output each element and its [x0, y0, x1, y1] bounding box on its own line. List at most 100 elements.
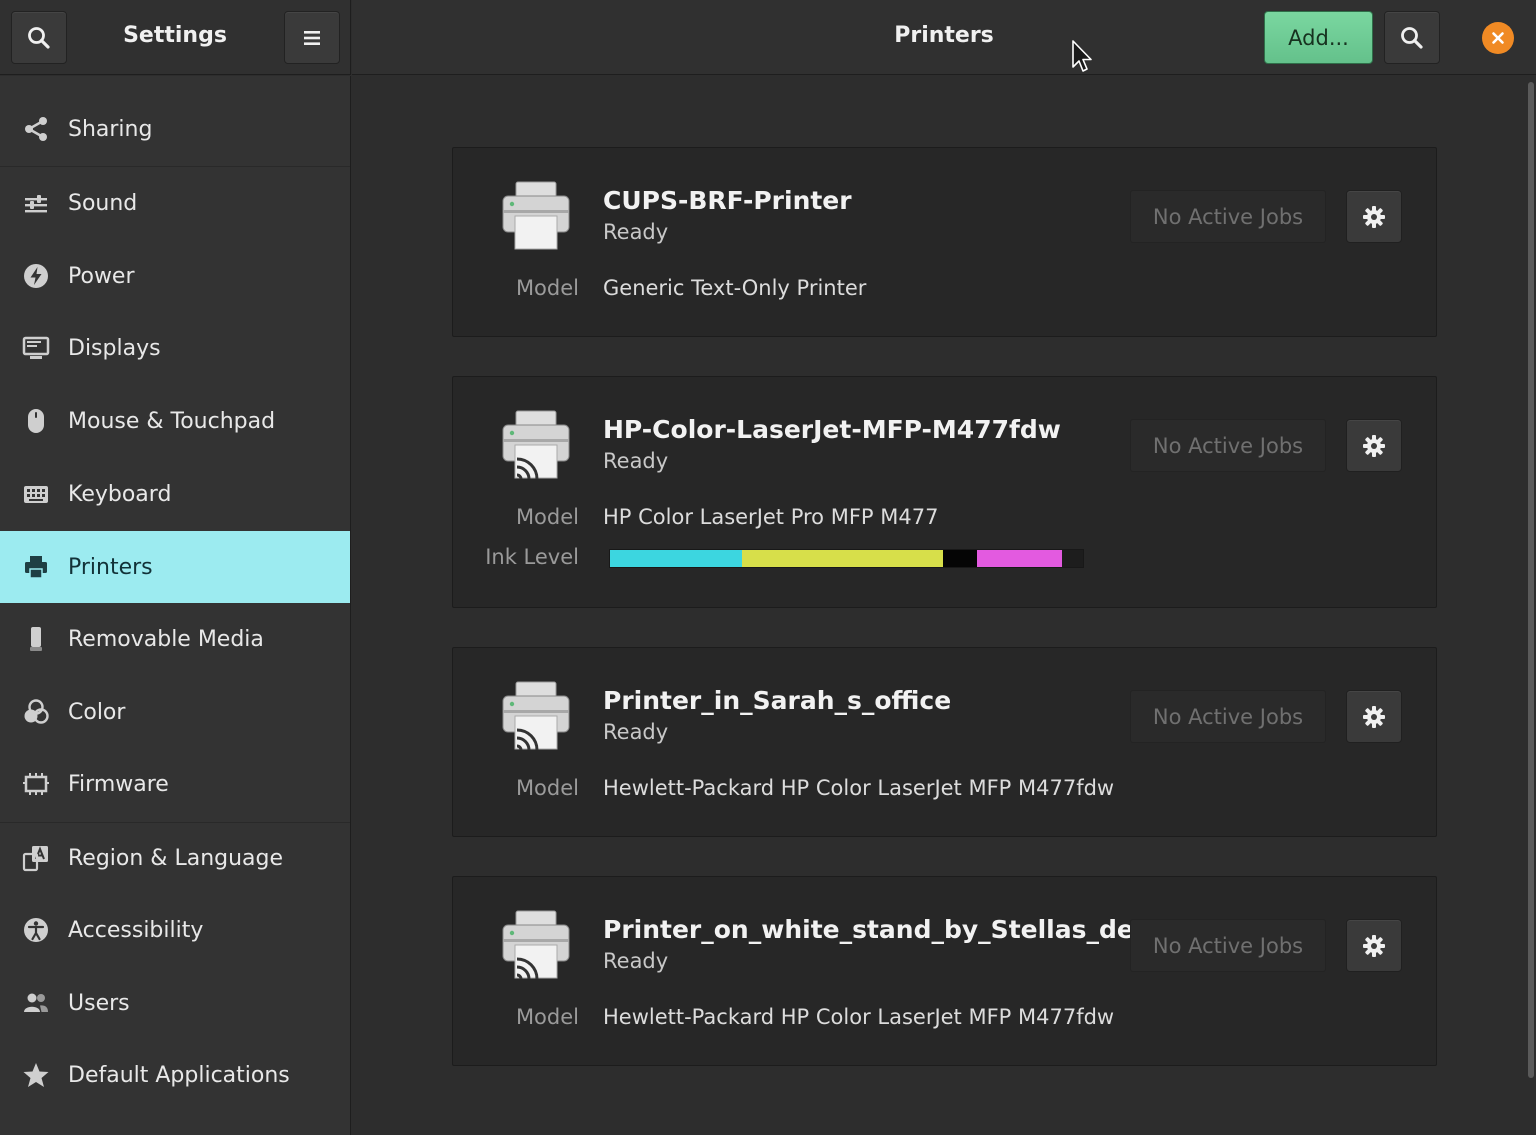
removable-media-icon [22, 625, 50, 653]
printer-status: Ready [603, 949, 669, 973]
network-printer-icon [502, 681, 570, 751]
main-header: Printers Add... [352, 0, 1536, 75]
sidebar-item-label: Default Applications [68, 1062, 290, 1088]
settings-window: Settings Printers Add... Sharing Sound P… [0, 0, 1536, 1135]
ink-level-cyan [610, 550, 743, 567]
menu-button[interactable] [284, 11, 340, 64]
active-jobs-button[interactable]: No Active Jobs [1130, 419, 1326, 472]
gear-icon [1363, 934, 1385, 957]
printer-card: Printer_on_white_stand_by_Stellas_desk R… [452, 876, 1437, 1066]
printer-status: Ready [603, 720, 669, 744]
keyboard-icon [22, 480, 50, 508]
printer-name: Printer_on_white_stand_by_Stellas_desk [603, 915, 1166, 944]
model-value: Hewlett-Packard HP Color LaserJet MFP M4… [603, 776, 1115, 800]
printer-status: Ready [603, 449, 669, 473]
printer-name: HP-Color-LaserJet-MFP-M477fdw [603, 415, 1061, 444]
printer-settings-button[interactable] [1346, 690, 1402, 743]
printer-status: Ready [603, 220, 669, 244]
mouse-cursor-icon [1072, 40, 1092, 72]
printer-name: Printer_in_Sarah_s_office [603, 686, 952, 715]
ink-level-bar [609, 549, 1084, 568]
sidebar-item-region-language[interactable]: Region & Language [0, 822, 350, 894]
close-window-button[interactable] [1482, 22, 1514, 54]
sidebar-item-sound[interactable]: Sound [0, 167, 350, 239]
printer-card: Printer_in_Sarah_s_office Ready Model He… [452, 647, 1437, 837]
sidebar-item-label: Color [68, 699, 126, 725]
sidebar-item-label: Sharing [68, 116, 153, 142]
sidebar: Sharing Sound Power Displays Mouse & Tou [0, 76, 351, 1135]
close-icon [1492, 32, 1504, 44]
accessibility-icon [22, 916, 50, 944]
gear-icon [1363, 705, 1385, 728]
sidebar-item-label: Users [68, 990, 130, 1016]
sidebar-title: Settings [123, 23, 227, 48]
printer-card: CUPS-BRF-Printer Ready Model Generic Tex… [452, 147, 1437, 337]
sidebar-item-label: Displays [68, 335, 161, 361]
users-icon [22, 989, 50, 1017]
active-jobs-button[interactable]: No Active Jobs [1130, 190, 1326, 243]
power-bolt-icon [22, 262, 50, 290]
printer-icon [502, 181, 570, 250]
sidebar-item-firmware[interactable]: Firmware [0, 748, 350, 820]
ink-level-label: Ink Level [485, 545, 579, 569]
model-label: Model [515, 505, 579, 529]
sidebar-item-printers[interactable]: Printers [0, 531, 350, 603]
sidebar-item-label: Sound [68, 190, 138, 216]
scrollbar[interactable] [1528, 82, 1534, 1078]
sidebar-item-label: Region & Language [68, 845, 284, 871]
sidebar-item-label: Firmware [68, 771, 169, 797]
sidebar-item-label: Power [68, 263, 135, 289]
active-jobs-button[interactable]: No Active Jobs [1130, 690, 1326, 743]
printer-card: HP-Color-LaserJet-MFP-M477fdw Ready Mode… [452, 376, 1437, 608]
sidebar-item-label: Removable Media [68, 626, 264, 652]
sidebar-item-power[interactable]: Power [0, 240, 350, 312]
model-label: Model [515, 776, 579, 800]
hamburger-menu-icon [304, 30, 320, 45]
sidebar-item-removable-media[interactable]: Removable Media [0, 603, 350, 675]
star-icon [22, 1061, 50, 1089]
add-printer-button[interactable]: Add... [1264, 11, 1373, 64]
printer-settings-button[interactable] [1346, 919, 1402, 972]
model-value: HP Color LaserJet Pro MFP M477 [603, 505, 939, 529]
printer-name: CUPS-BRF-Printer [603, 186, 852, 215]
share-icon [22, 115, 50, 143]
sidebar-item-accessibility[interactable]: Accessibility [0, 894, 350, 966]
chip-icon [22, 770, 50, 798]
sound-sliders-icon [22, 189, 50, 217]
model-label: Model [515, 276, 579, 300]
network-printer-icon [502, 410, 570, 480]
printer-settings-button[interactable] [1346, 419, 1402, 472]
sidebar-item-label: Keyboard [68, 481, 172, 507]
gear-icon [1363, 205, 1385, 228]
printer-icon [22, 553, 50, 581]
active-jobs-button[interactable]: No Active Jobs [1130, 919, 1326, 972]
sidebar-item-label: Accessibility [68, 917, 204, 943]
sidebar-item-label: Printers [68, 554, 153, 580]
sidebar-item-label: Mouse & Touchpad [68, 408, 276, 434]
printer-search-button[interactable] [1384, 11, 1440, 64]
language-icon [22, 844, 50, 872]
color-icon [22, 698, 50, 726]
display-icon [22, 334, 50, 362]
search-icon [1401, 26, 1423, 49]
model-value: Generic Text-Only Printer [603, 276, 867, 300]
sidebar-item-default-applications[interactable]: Default Applications [0, 1039, 350, 1111]
sidebar-header: Settings [0, 0, 351, 75]
search-icon [28, 26, 50, 49]
model-label: Model [515, 1005, 579, 1029]
sidebar-item-displays[interactable]: Displays [0, 312, 350, 384]
ink-level-yellow [742, 550, 944, 567]
sidebar-item-sharing[interactable]: Sharing [0, 93, 350, 165]
sidebar-item-keyboard[interactable]: Keyboard [0, 458, 350, 530]
ink-level-black [943, 550, 977, 567]
sidebar-item-mouse-touchpad[interactable]: Mouse & Touchpad [0, 385, 350, 457]
gear-icon [1363, 434, 1385, 457]
sidebar-item-users[interactable]: Users [0, 967, 350, 1039]
sidebar-search-button[interactable] [11, 11, 67, 64]
model-value: Hewlett-Packard HP Color LaserJet MFP M4… [603, 1005, 1115, 1029]
network-printer-icon [502, 910, 570, 980]
ink-level-magenta [976, 550, 1062, 567]
mouse-icon [22, 407, 50, 435]
sidebar-item-color[interactable]: Color [0, 676, 350, 748]
printer-settings-button[interactable] [1346, 190, 1402, 243]
